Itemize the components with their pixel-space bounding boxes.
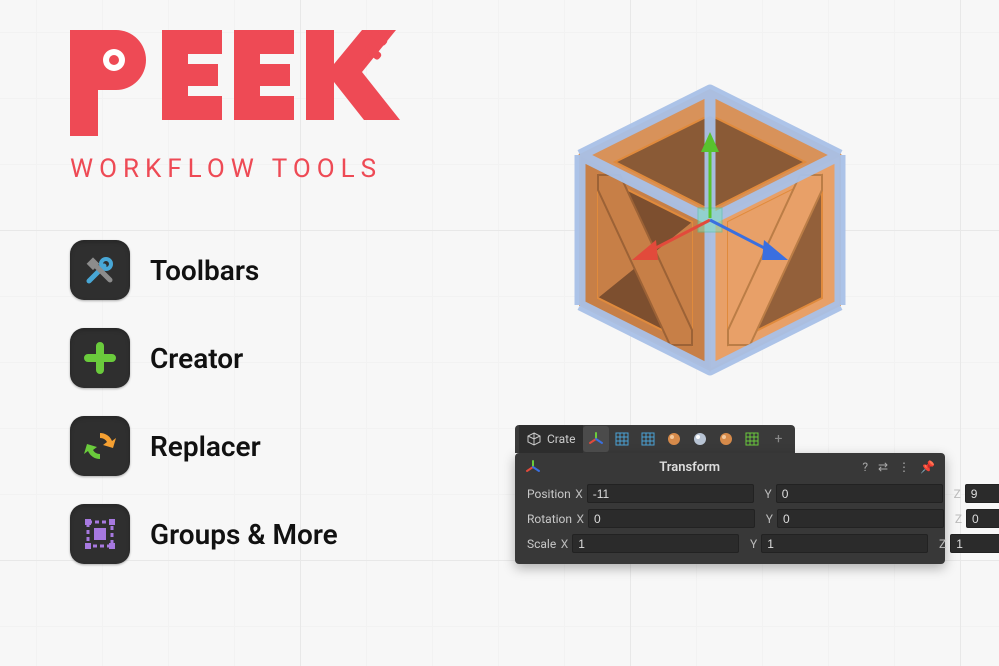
toolbars-icon bbox=[70, 240, 130, 300]
feature-toolbars: Toolbars bbox=[70, 240, 338, 300]
position-y-input[interactable] bbox=[776, 484, 943, 503]
brand-block: WORKFLOW TOOLS bbox=[70, 30, 410, 184]
position-z-input[interactable] bbox=[965, 484, 999, 503]
replacer-icon bbox=[70, 416, 130, 476]
feature-label: Groups & More bbox=[150, 518, 338, 551]
feature-replacer: Replacer bbox=[70, 416, 338, 476]
scale-x-input[interactable] bbox=[572, 534, 739, 553]
pin-icon[interactable]: 📌 bbox=[920, 460, 935, 474]
object-tab-crate[interactable]: Crate bbox=[519, 425, 583, 453]
rotation-x-input[interactable] bbox=[588, 509, 755, 528]
material-slot-2-icon[interactable] bbox=[687, 426, 713, 452]
cube-icon bbox=[527, 432, 541, 446]
component-meshfilter-icon[interactable] bbox=[609, 426, 635, 452]
axis-z-label: Z bbox=[949, 487, 961, 501]
add-component-icon[interactable]: + bbox=[765, 426, 791, 452]
axis-x-label: X bbox=[571, 487, 583, 501]
material-slot-1-icon[interactable] bbox=[661, 426, 687, 452]
feature-label: Replacer bbox=[150, 430, 261, 463]
help-icon[interactable]: ? bbox=[862, 460, 868, 474]
prop-label: Rotation bbox=[527, 512, 572, 526]
rotation-z-input[interactable] bbox=[966, 509, 999, 528]
transform-position-row: Position X Y Z bbox=[515, 481, 945, 506]
transform-panel-title: Transform bbox=[517, 460, 862, 475]
feature-label: Creator bbox=[150, 342, 243, 375]
prop-label: Scale bbox=[527, 537, 556, 551]
groups-icon bbox=[70, 504, 130, 564]
context-menu-icon[interactable]: ⋮ bbox=[898, 460, 910, 474]
scale-z-input[interactable] bbox=[950, 534, 999, 553]
material-slot-3-icon[interactable] bbox=[713, 426, 739, 452]
brand-subtitle: WORKFLOW TOOLS bbox=[70, 154, 410, 184]
object-tab-strip: Crate + bbox=[515, 425, 795, 453]
crate-3d-object[interactable] bbox=[540, 70, 880, 390]
peek-logo bbox=[70, 30, 410, 140]
scale-y-input[interactable] bbox=[761, 534, 928, 553]
feature-groups: Groups & More bbox=[70, 504, 338, 564]
axis-y-label: Y bbox=[760, 487, 772, 501]
feature-label: Toolbars bbox=[150, 254, 259, 287]
component-meshrenderer-icon[interactable] bbox=[635, 426, 661, 452]
transform-rotation-row: Rotation X Y Z bbox=[515, 506, 945, 531]
object-tab-label: Crate bbox=[547, 432, 575, 446]
feature-creator: Creator bbox=[70, 328, 338, 388]
rotation-y-input[interactable] bbox=[777, 509, 944, 528]
creator-icon bbox=[70, 328, 130, 388]
transform-scale-row: Scale X Y Z bbox=[515, 531, 945, 556]
transform-panel-header: Transform ? ⇄ ⋮ 📌 bbox=[515, 453, 945, 481]
component-transform-icon[interactable] bbox=[583, 426, 609, 452]
feature-list: Toolbars Creator Replacer bbox=[70, 240, 338, 592]
transform-panel: Transform ? ⇄ ⋮ 📌 Position X Y Z Rotatio… bbox=[515, 453, 945, 564]
inspector-popup: Crate + Transfo bbox=[515, 425, 945, 564]
component-collider-icon[interactable] bbox=[739, 426, 765, 452]
preset-icon[interactable]: ⇄ bbox=[878, 460, 888, 474]
position-x-input[interactable] bbox=[587, 484, 754, 503]
prop-label: Position bbox=[527, 487, 571, 501]
